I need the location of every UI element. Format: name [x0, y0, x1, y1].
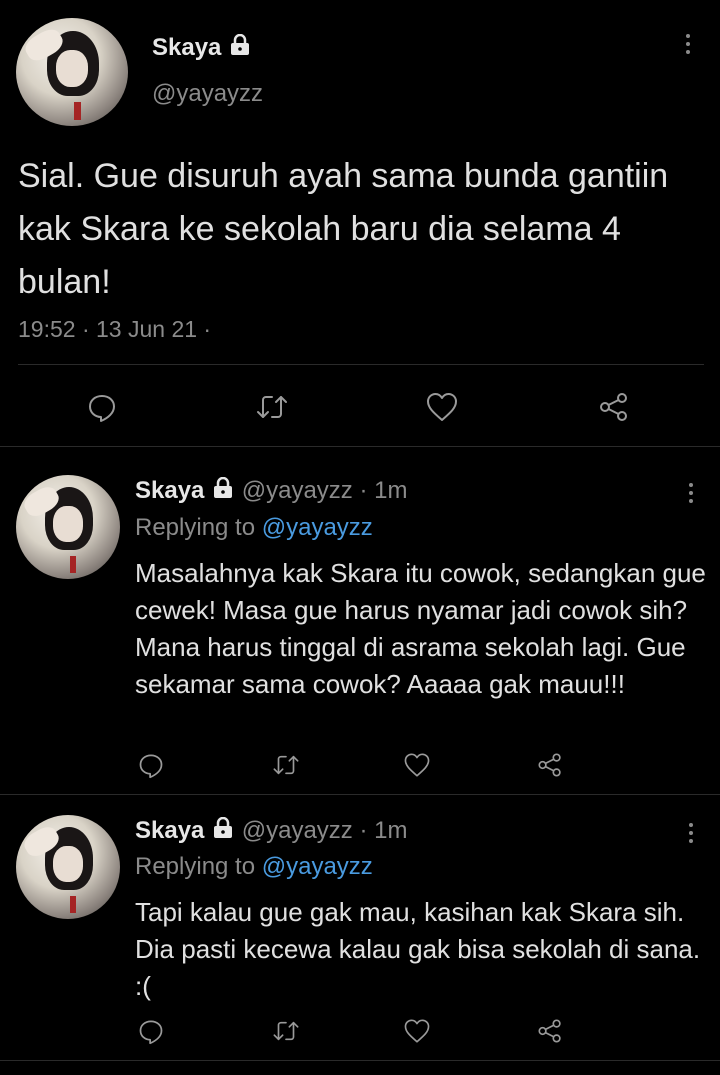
avatar[interactable] [16, 18, 128, 126]
tweet-text: Sial. Gue disuruh ayah sama bunda gantii… [18, 157, 669, 301]
author-row: Skaya [152, 33, 252, 63]
replying-prefix: Replying to [135, 514, 256, 541]
retweet-icon[interactable] [268, 1013, 304, 1049]
avatar[interactable] [16, 815, 120, 919]
reply-time[interactable]: · 1m [359, 477, 407, 504]
more-vertical-icon[interactable] [688, 823, 694, 847]
share-icon[interactable] [534, 1013, 566, 1049]
replying-mention[interactable]: @yayayzz [262, 853, 373, 880]
tweet-text: Tapi kalau gue gak mau, kasihan kak Skar… [135, 897, 701, 1001]
divider [0, 1060, 720, 1061]
replying-mention[interactable]: @yayayzz [262, 514, 373, 541]
heart-icon[interactable] [420, 385, 464, 429]
retweet-icon[interactable] [250, 385, 294, 429]
lock-icon [211, 816, 235, 846]
author-name[interactable]: Skaya [135, 817, 204, 844]
reply-tweet: Skaya @yayayzz · 1m Replying to @yayayzz… [0, 795, 720, 1065]
action-bar [0, 385, 720, 429]
main-tweet: Skaya @yayayzz Sial. Gue disuruh ayah sa… [0, 0, 720, 447]
author-handle[interactable]: @yayayzz [152, 80, 263, 108]
reply-tweet: Skaya @yayayzz · 1m Replying to @yayayzz… [0, 447, 720, 795]
share-icon[interactable] [596, 385, 632, 429]
divider [18, 364, 704, 365]
heart-icon[interactable] [400, 1013, 434, 1049]
author-name[interactable]: Skaya [135, 477, 204, 504]
avatar[interactable] [16, 475, 120, 579]
replying-to: Replying to @yayayzz [135, 853, 373, 881]
share-icon[interactable] [534, 747, 566, 783]
reply-header: Skaya @yayayzz · 1m [135, 816, 407, 846]
heart-icon[interactable] [400, 747, 434, 783]
reply-icon[interactable] [84, 385, 120, 429]
author-handle[interactable]: @yayayzz [242, 817, 353, 844]
author-name[interactable]: Skaya [152, 34, 221, 61]
replying-prefix: Replying to [135, 853, 256, 880]
action-bar [0, 1013, 720, 1049]
reply-time[interactable]: · 1m [359, 817, 407, 844]
tweet-text: Masalahnya kak Skara itu cowok, sedangka… [135, 558, 706, 699]
replying-to: Replying to @yayayzz [135, 514, 373, 542]
action-bar [0, 747, 720, 783]
more-vertical-icon[interactable] [685, 34, 691, 58]
reply-icon[interactable] [135, 1013, 167, 1049]
timestamp[interactable]: 19:52 · 13 Jun 21 · [18, 316, 211, 343]
author-handle[interactable]: @yayayzz [242, 477, 353, 504]
more-vertical-icon[interactable] [688, 483, 694, 507]
retweet-icon[interactable] [268, 747, 304, 783]
reply-icon[interactable] [135, 747, 167, 783]
lock-icon [211, 476, 235, 506]
reply-header: Skaya @yayayzz · 1m [135, 476, 407, 506]
lock-icon [228, 33, 252, 63]
